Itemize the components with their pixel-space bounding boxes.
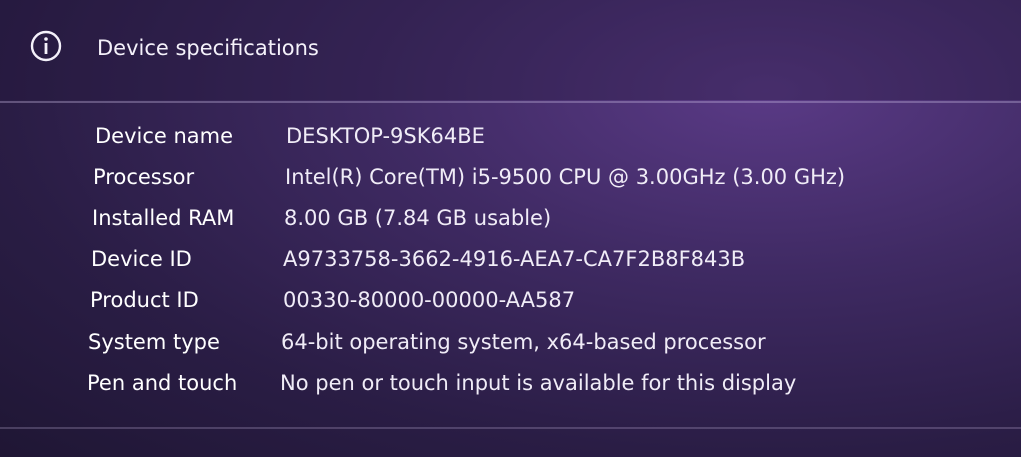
section-title: Device specifications [97, 36, 319, 60]
spec-value: A9733758-3662-4916-AEA7-CA7F2B8F843B [283, 247, 746, 271]
spec-label: Device ID [91, 247, 192, 271]
spec-label: Pen and touch [87, 371, 238, 395]
spec-label: Installed RAM [92, 206, 235, 230]
spec-value: 8.00 GB (7.84 GB usable) [284, 206, 552, 230]
spec-value: 64-bit operating system, x64-based proce… [281, 330, 766, 354]
spec-label: Processor [93, 165, 195, 189]
spec-value: Intel(R) Core(TM) i5-9500 CPU @ 3.00GHz … [285, 165, 846, 189]
spec-label: System type [88, 330, 220, 354]
info-icon [30, 30, 62, 62]
section-header[interactable]: Device specifications [0, 0, 1021, 100]
spec-label: Product ID [90, 288, 199, 312]
spec-value: 00330-80000-00000-AA587 [283, 288, 576, 312]
spec-label: Device name [95, 124, 234, 148]
device-specifications-panel: Device specifications Device name DESKTO… [0, 0, 1021, 457]
header-divider [0, 101, 1021, 103]
footer-divider [0, 427, 1021, 429]
spec-value: No pen or touch input is available for t… [280, 371, 797, 395]
spec-value: DESKTOP-9SK64BE [286, 124, 485, 148]
